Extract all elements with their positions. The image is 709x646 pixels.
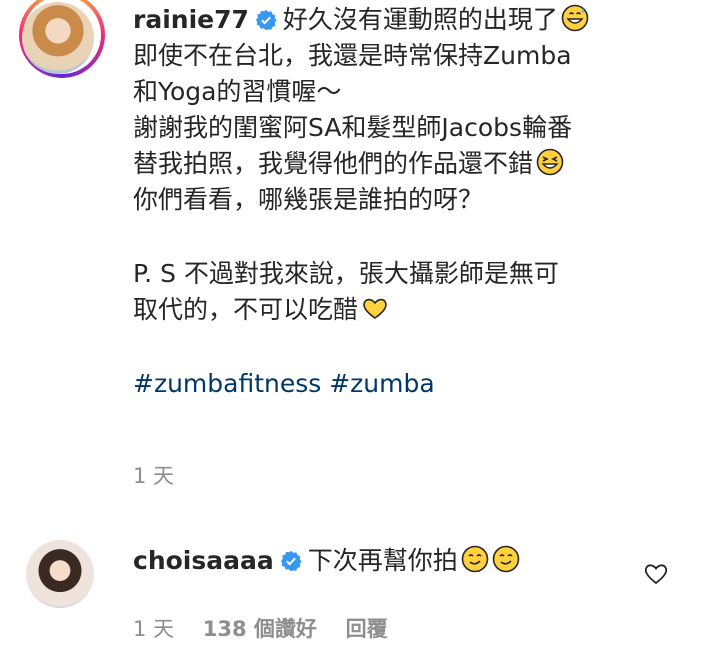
username-link[interactable]: choisaaaa (133, 546, 274, 575)
caption-text-segment: 取代的，不可以吃醋 (133, 295, 359, 324)
caption-line-4: 謝謝我的閨蜜阿SA和髮型師Jacobs輪番 (133, 113, 573, 142)
smirk-emoji-icon (461, 545, 489, 573)
caption-line-1: rainie77 好久沒有運動照的出現了 (133, 2, 589, 38)
like-heart-icon[interactable] (643, 561, 669, 585)
yellow-heart-emoji-icon (363, 298, 387, 319)
caption-line-7: P. S 不過對我來說，張大攝影師是無可 (133, 259, 559, 288)
verified-badge-icon (255, 9, 277, 31)
caption-text: rainie77 好久沒有運動照的出現了 即使不在台北，我還是時常保持Zumba … (133, 2, 589, 402)
reply-text: choisaaaa 下次再幫你拍 (133, 543, 520, 579)
reply-meta: 1 天 138 個讚好 回覆 (133, 613, 388, 643)
caption-line-2: 即使不在台北，我還是時常保持Zumba (133, 41, 572, 70)
likes-count[interactable]: 138 個讚好 (203, 617, 317, 641)
hashtag-link[interactable]: #zumbafitness (133, 369, 321, 398)
caption-line-5: 替我拍照，我覺得他們的作品還不錯 (133, 146, 589, 182)
caption-line-8: 取代的，不可以吃醋 (133, 292, 589, 328)
caption-line-6: 你們看看，哪幾張是誰拍的呀？ (133, 185, 484, 214)
hashtag-link[interactable]: #zumba (329, 369, 434, 398)
caption-text-segment: 替我拍照，我覺得他們的作品還不錯 (133, 149, 534, 178)
username-link[interactable]: rainie77 (133, 5, 249, 34)
smirk-emoji-icon (492, 545, 520, 573)
caption-line-3: 和Yoga的習慣喔～ (133, 77, 342, 106)
post-timestamp[interactable]: 1 天 (133, 460, 174, 490)
squinting-laugh-emoji-icon (536, 148, 564, 176)
caption-text-segment: 好久沒有運動照的出現了 (282, 5, 558, 34)
verified-badge-icon (280, 550, 302, 572)
avatar[interactable] (26, 540, 94, 608)
reply-timestamp[interactable]: 1 天 (133, 617, 174, 641)
reply-text-segment: 下次再幫你拍 (307, 546, 458, 575)
reply-button[interactable]: 回覆 (346, 617, 388, 641)
grinning-sweat-emoji-icon (561, 4, 589, 32)
hashtags: #zumbafitness #zumba (133, 366, 589, 402)
avatar[interactable] (22, 2, 94, 74)
